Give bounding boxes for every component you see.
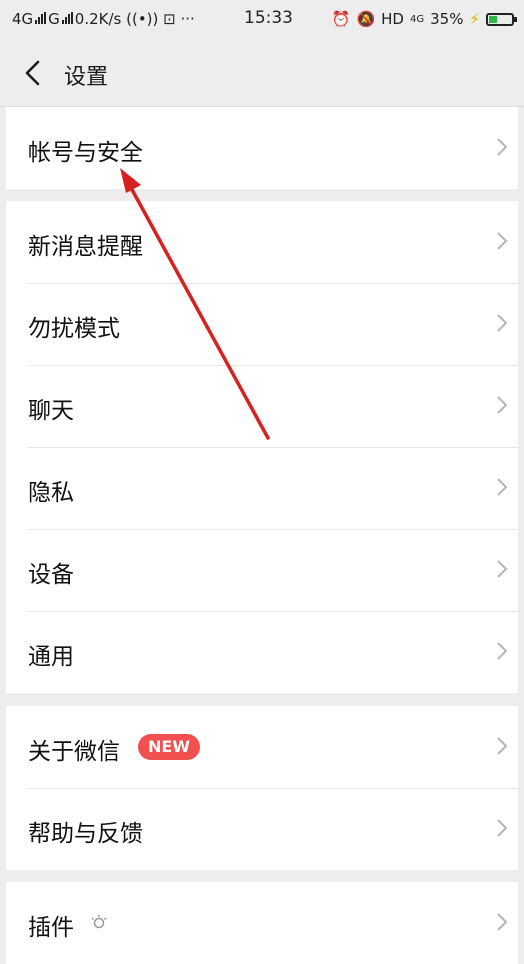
status-time: 15:33	[244, 8, 293, 28]
settings-item-label: 帮助与反馈	[28, 821, 143, 847]
lightbulb-icon	[91, 915, 107, 929]
settings-item-label: 设备	[28, 562, 74, 588]
settings-item-label: 通用	[28, 644, 74, 670]
battery-fill	[489, 15, 498, 23]
chevron-right-icon	[497, 396, 508, 414]
settings-item-label: 隐私	[28, 480, 74, 506]
chevron-right-icon	[497, 560, 508, 578]
back-arrow-icon[interactable]	[22, 60, 44, 86]
notification-icon: ⊡	[163, 10, 176, 28]
chevron-right-icon	[497, 232, 508, 250]
settings-group-main: 新消息提醒 勿扰模式 聊天 隐私 设备 通用	[6, 201, 518, 693]
status-bar: 4G G 0.2K/s ((•)) ⊡ ··· 15:33 ⏰ 🔕 HD 4G 35…	[0, 0, 524, 40]
status-right: ⏰ 🔕 HD 4G 35% ⚡	[331, 10, 517, 28]
settings-item-label: 插件	[28, 915, 74, 941]
page-title: 设置	[64, 65, 109, 90]
signal-icon-2	[61, 12, 73, 24]
settings-item-account-security[interactable]: 帐号与安全	[6, 107, 518, 189]
signal-icon	[35, 12, 47, 24]
settings-item-do-not-disturb[interactable]: 勿扰模式	[6, 283, 518, 365]
settings-item-label: 新消息提醒	[28, 234, 143, 260]
battery-icon	[486, 12, 517, 26]
wifi-icon: ((•))	[126, 10, 159, 28]
settings-group-about: 关于微信 NEW 帮助与反馈	[6, 706, 518, 870]
chevron-right-icon	[497, 478, 508, 496]
charging-icon: ⚡	[469, 10, 480, 28]
settings-item-new-message-alerts[interactable]: 新消息提醒	[6, 201, 518, 283]
settings-item-label: 聊天	[28, 398, 74, 424]
nav-bar: 设置	[0, 40, 524, 107]
alarm-icon: ⏰	[331, 10, 351, 28]
settings-item-label: 帐号与安全	[28, 140, 143, 166]
settings-item-about-wechat[interactable]: 关于微信 NEW	[6, 706, 518, 788]
chevron-right-icon	[497, 138, 508, 156]
settings-group-account: 帐号与安全	[6, 107, 518, 189]
chevron-right-icon	[497, 642, 508, 660]
settings-item-help-feedback[interactable]: 帮助与反馈	[6, 788, 518, 870]
network-4g-label: 4G	[409, 13, 425, 25]
chevron-right-icon	[497, 737, 508, 755]
settings-item-privacy[interactable]: 隐私	[6, 447, 518, 529]
settings-item-label: 关于微信	[28, 739, 120, 765]
settings-item-devices[interactable]: 设备	[6, 529, 518, 611]
battery-percent: 35%	[430, 10, 464, 28]
chevron-right-icon	[497, 913, 508, 931]
settings-group-plugins: 插件	[6, 882, 518, 964]
settings-item-general[interactable]: 通用	[6, 611, 518, 693]
mute-icon: 🔕	[356, 10, 376, 28]
settings-item-plugins[interactable]: 插件	[6, 882, 518, 964]
chevron-right-icon	[497, 819, 508, 837]
chevron-right-icon	[497, 314, 508, 332]
new-badge: NEW	[138, 734, 200, 760]
status-network-info: 4G G 0.2K/s ((•)) ⊡ ···	[12, 10, 195, 28]
hd-label: HD	[381, 10, 404, 28]
settings-item-chats[interactable]: 聊天	[6, 365, 518, 447]
settings-item-label: 勿扰模式	[28, 316, 120, 342]
